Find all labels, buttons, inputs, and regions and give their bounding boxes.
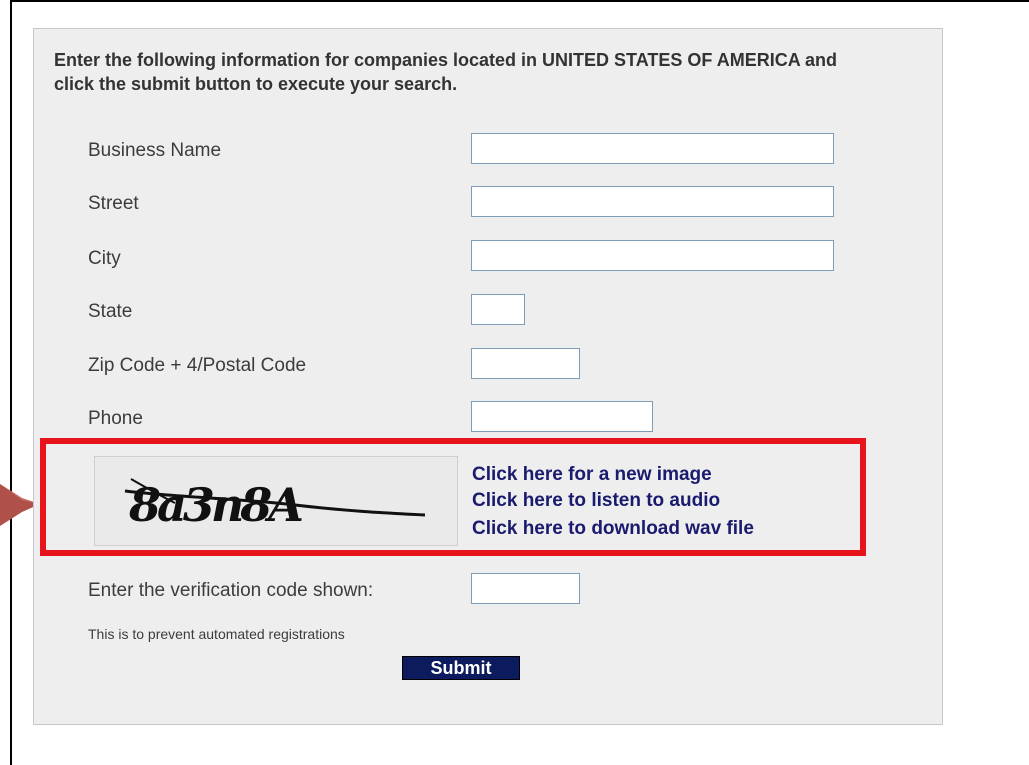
- captcha-graphic: 8a3n8A: [124, 478, 426, 532]
- verification-note: This is to prevent automated registratio…: [88, 626, 345, 642]
- phone-label: Phone: [88, 408, 143, 429]
- street-label: Street: [88, 193, 139, 214]
- listen-audio-link[interactable]: Click here to listen to audio: [472, 490, 720, 512]
- captcha-text: 8a3n8A: [128, 478, 302, 532]
- submit-button[interactable]: Submit: [402, 656, 520, 680]
- state-label: State: [88, 301, 133, 322]
- captcha-image: 8a3n8A: [94, 456, 458, 546]
- new-image-link[interactable]: Click here for a new image: [472, 464, 712, 486]
- city-input[interactable]: [471, 240, 834, 271]
- phone-input[interactable]: [471, 401, 653, 432]
- state-input[interactable]: [471, 294, 525, 325]
- zip-code-input[interactable]: [471, 348, 580, 379]
- download-wav-link[interactable]: Click here to download wav file: [472, 518, 754, 540]
- street-input[interactable]: [471, 186, 834, 217]
- zip-code-label: Zip Code + 4/Postal Code: [88, 355, 307, 376]
- business-name-label: Business Name: [88, 140, 222, 161]
- form-instructions: Enter the following information for comp…: [54, 50, 838, 94]
- business-name-input[interactable]: [471, 133, 834, 164]
- verification-code-input[interactable]: [471, 573, 580, 604]
- city-label: City: [88, 248, 121, 269]
- verification-code-label: Enter the verification code shown:: [88, 580, 374, 601]
